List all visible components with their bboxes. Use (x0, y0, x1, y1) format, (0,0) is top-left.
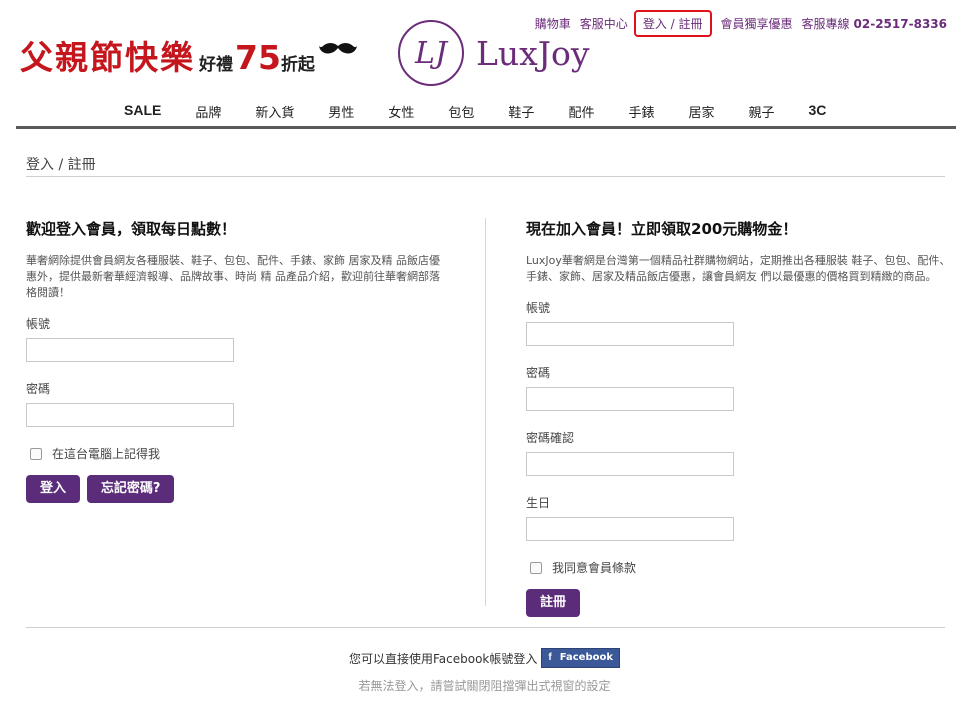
page-title: 登入 / 註冊 (26, 157, 96, 173)
facebook-login-row: 您可以直接使用Facebook帳號登入 f Facebook (0, 648, 969, 668)
register-heading: 現在加入會員！立即領取200元購物金！ (526, 220, 798, 238)
luxjoy-logo[interactable]: LJ LuxJoy (398, 20, 590, 86)
logo-monogram: LJ (398, 20, 464, 86)
fathers-day-banner[interactable]: 父親節快樂 好禮 75 折起 (20, 38, 357, 78)
hotline-number: 02-2517-8336 (853, 16, 947, 31)
register-birthday-label: 生日 (526, 496, 551, 510)
logo-name: LuxJoy (476, 33, 590, 73)
forgot-password-button[interactable]: 忘記密碼? (86, 475, 175, 503)
login-password-label: 密碼 (26, 382, 51, 396)
facebook-button-label: Facebook (559, 652, 613, 663)
promo-gift: 好禮 (199, 55, 233, 75)
nav-item-new-arrivals[interactable]: 新入貨 (255, 102, 294, 121)
register-account-input[interactable] (526, 322, 734, 346)
facebook-icon: f (548, 652, 552, 663)
promo-headline: 父親節快樂 (20, 38, 195, 77)
main-nav: SALE 品牌 新入貨 男性 女性 包包 鞋子 配件 手錶 居家 親子 3C (124, 102, 860, 121)
mustache-icon (318, 43, 357, 54)
login-password-input[interactable] (26, 403, 234, 427)
nav-item-home[interactable]: 居家 (688, 102, 714, 121)
remember-me-row: 在這台電腦上記得我 (26, 445, 446, 462)
login-section: 歡迎登入會員，領取每日點數！ 華奢網除提供會員網友各種服裝、鞋子、包包、配件、手… (26, 218, 446, 503)
nav-item-kids[interactable]: 親子 (748, 102, 774, 121)
agree-terms-label: 我同意會員條款 (552, 561, 637, 575)
nav-item-sale[interactable]: SALE (124, 102, 161, 121)
nav-item-women[interactable]: 女性 (388, 102, 414, 121)
remember-me-label: 在這台電腦上記得我 (52, 447, 161, 461)
register-confirm-input[interactable] (526, 452, 734, 476)
agree-terms-checkbox[interactable] (530, 561, 542, 574)
register-description: LuxJoy華奢網是台灣第一個精品社群購物網站，定期推出各種服裝 鞋子、包包、配… (526, 254, 951, 283)
title-divider (26, 176, 945, 177)
register-account-label: 帳號 (526, 301, 551, 315)
login-heading: 歡迎登入會員，領取每日點數！ (26, 220, 237, 238)
register-password-input[interactable] (526, 387, 734, 411)
register-password-label: 密碼 (526, 366, 551, 380)
promo-number: 75 (235, 38, 281, 77)
bottom-divider (26, 627, 945, 628)
login-register-link[interactable]: 登入 / 註冊 (633, 10, 712, 37)
promo-off: 折起 (280, 55, 315, 75)
nav-item-bags[interactable]: 包包 (448, 102, 474, 121)
register-birthday-input[interactable] (526, 517, 734, 541)
login-account-input[interactable] (26, 338, 234, 362)
register-button[interactable]: 註冊 (526, 589, 581, 617)
nav-divider (16, 126, 956, 129)
nav-item-shoes[interactable]: 鞋子 (508, 102, 534, 121)
agree-terms-row: 我同意會員條款 (526, 559, 951, 576)
login-description: 華奢網除提供會員網友各種服裝、鞋子、包包、配件、手錶、家飾 居家及精 品飯店優惠… (26, 254, 440, 299)
nav-item-accessories[interactable]: 配件 (568, 102, 594, 121)
column-divider (485, 218, 486, 606)
nav-item-men[interactable]: 男性 (328, 102, 354, 121)
nav-item-brands[interactable]: 品牌 (195, 102, 221, 121)
nav-item-3c[interactable]: 3C (809, 102, 827, 121)
register-confirm-label: 密碼確認 (526, 431, 575, 445)
register-section: 現在加入會員！立即領取200元購物金！ LuxJoy華奢網是台灣第一個精品社群購… (526, 218, 951, 617)
login-account-label: 帳號 (26, 317, 51, 331)
nav-item-watches[interactable]: 手錶 (628, 102, 654, 121)
facebook-login-button[interactable]: f Facebook (541, 648, 620, 668)
hotline-label: 客服專線 (801, 17, 850, 31)
remember-me-checkbox[interactable] (30, 447, 42, 460)
facebook-prompt: 您可以直接使用Facebook帳號登入 (349, 651, 538, 666)
member-offers-link[interactable]: 會員獨享優惠 (721, 15, 793, 32)
login-button[interactable]: 登入 (26, 475, 81, 503)
popup-blocker-note: 若無法登入，請嘗試關閉阻擋彈出式視窗的設定 (358, 679, 611, 693)
